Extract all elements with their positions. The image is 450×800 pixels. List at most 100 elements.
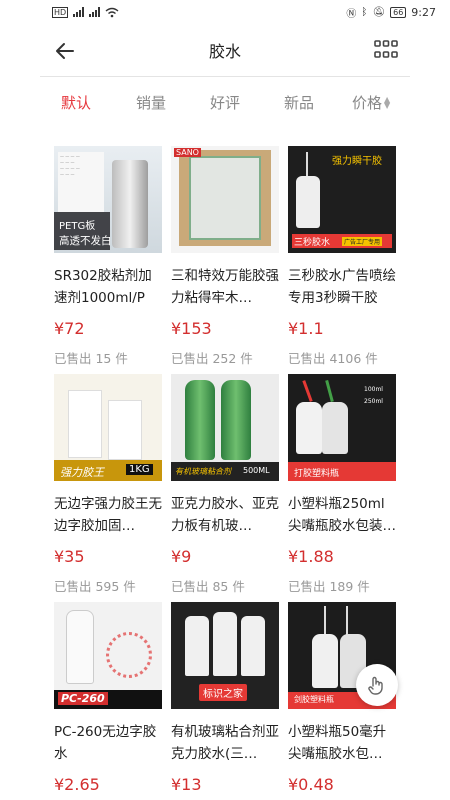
product-image: — — — — — — — — — — — — — — PETG板 高透不发白	[54, 146, 162, 253]
product-price: ¥153	[171, 319, 212, 338]
product-sold: 已售出 189 件	[288, 579, 370, 594]
product-price: ¥1.1	[288, 319, 324, 338]
nfc-icon: Ⓝ	[346, 8, 357, 20]
product-image-text: 标识之家	[199, 684, 247, 701]
label-sheet: — — — — — — — — — — — — — —	[58, 152, 104, 212]
bottle-nozzle	[325, 379, 334, 403]
tab-new[interactable]: 新品	[284, 92, 314, 113]
product-sold: 已售出 4106 件	[288, 351, 378, 366]
product-bottle	[68, 390, 102, 458]
product-bottle	[108, 400, 142, 460]
product-name: 小塑料瓶50毫升尖嘴瓶胶水包…	[288, 724, 387, 762]
bottle-nozzle	[306, 152, 308, 178]
product-sold: 已售出 15 件	[54, 351, 128, 366]
bottle-nozzle	[324, 606, 326, 636]
product-card[interactable]: 有机玻璃粘合剂 500ML 亚克力胶水、亚克力板有机玻… ¥9 已售出 85 件	[171, 374, 279, 595]
product-image-text: 剑胶塑料瓶	[294, 695, 334, 704]
product-card[interactable]: 标识之家 有机玻璃粘合剂亚克力胶水(三… ¥13	[171, 602, 279, 794]
product-bottle	[185, 616, 209, 676]
hd-icon: HD	[52, 6, 69, 18]
product-image-text: 广告工厂专用	[342, 237, 383, 246]
product-image-text: 打胶塑料瓶	[294, 469, 340, 479]
product-price: ¥72	[54, 319, 85, 338]
product-bottle	[241, 616, 265, 676]
signal-icon	[89, 7, 101, 17]
bottle-nozzle	[346, 606, 348, 636]
sort-arrows-icon: ▲ ▼	[384, 95, 391, 110]
tab-sales[interactable]: 销量	[136, 92, 166, 113]
product-name: 无边字强力胶王无边字胶加固…	[54, 496, 162, 534]
product-name: 亚克力胶水、亚克力板有机玻…	[171, 496, 279, 534]
product-card[interactable]: SANO 三和特效万能胶强力粘得牢木… ¥153 已售出 252 件	[171, 146, 279, 367]
status-bar: HD Ⓝ ᛒ 🔕︎ 66 9:27	[0, 0, 450, 24]
clock: 9:27	[411, 5, 436, 19]
product-name: 三秒胶水广告喷绘专用3秒瞬干胶	[288, 268, 396, 306]
product-decoration	[106, 632, 152, 678]
product-name: 小塑料瓶250ml尖嘴瓶胶水包装…	[288, 496, 396, 534]
product-can	[189, 156, 261, 240]
product-image-text: 500ML	[243, 466, 270, 475]
product-price: ¥0.48	[288, 775, 334, 794]
battery-icon: 66	[390, 6, 407, 18]
floating-assist-button[interactable]	[356, 664, 398, 706]
product-name: PC-260无边字胶水	[54, 724, 157, 762]
product-card[interactable]: PC-260 PC-260无边字胶水 ¥2.65	[54, 602, 162, 794]
product-bottle	[185, 380, 215, 460]
product-image: PC-260	[54, 602, 162, 709]
tab-rating[interactable]: 好评	[210, 92, 240, 113]
product-image: 强力瞬干胶 三秒胶水 广告工厂专用	[288, 146, 396, 253]
product-price: ¥2.65	[54, 775, 100, 794]
product-sold: 已售出 85 件	[171, 579, 245, 594]
product-bottle	[66, 610, 94, 684]
product-image-text: PC-260	[58, 692, 108, 705]
product-bottle	[312, 634, 338, 688]
grid-view-icon[interactable]	[374, 40, 398, 62]
bluetooth-icon: ᛒ	[361, 6, 368, 18]
product-name: SR302胶粘剂加速剂1000ml/PC…	[54, 268, 152, 306]
product-image-text: 三秒胶水	[294, 238, 331, 248]
product-image: 标识之家	[171, 602, 279, 709]
product-card[interactable]: 强力胶王 1KG 无边字强力胶王无边字胶加固… ¥35 已售出 595 件	[54, 374, 162, 595]
tab-price[interactable]: 价格 ▲ ▼	[352, 92, 390, 113]
wifi-icon	[105, 7, 119, 17]
sort-tabs: 默认 销量 好评 新品 价格 ▲ ▼	[40, 76, 410, 128]
product-image-text: 高透不发白	[59, 235, 112, 247]
product-bottle	[296, 176, 320, 228]
tab-price-label: 价格	[352, 93, 383, 112]
product-image: 有机玻璃粘合剂 500ML	[171, 374, 279, 481]
product-price: ¥9	[171, 547, 192, 566]
product-image: 强力胶王 1KG	[54, 374, 162, 481]
tab-default[interactable]: 默认	[61, 92, 91, 113]
product-sold: 已售出 252 件	[171, 351, 253, 366]
product-image-text: SANO	[174, 148, 201, 157]
signal-icon	[73, 7, 85, 17]
arrow-left-icon[interactable]	[54, 40, 76, 62]
product-card[interactable]: 强力瞬干胶 三秒胶水 广告工厂专用 三秒胶水广告喷绘专用3秒瞬干胶 ¥1.1 已…	[288, 146, 396, 367]
top-bar: 胶水	[0, 24, 450, 76]
page-title: 胶水	[208, 42, 241, 61]
product-image-text: 强力胶王	[60, 466, 104, 479]
product-card[interactable]: — — — — — — — — — — — — — — PETG板 高透不发白 SR3…	[54, 146, 162, 367]
product-image-text: 有机玻璃粘合剂	[175, 467, 231, 476]
product-bottle	[221, 380, 251, 460]
product-card[interactable]: 100ml 250ml 打胶塑料瓶 小塑料瓶250ml尖嘴瓶胶水包装… ¥1.8…	[288, 374, 396, 595]
product-name: 有机玻璃粘合剂亚克力胶水(三…	[171, 724, 279, 762]
product-bottle	[322, 402, 348, 454]
product-sold: 已售出 595 件	[54, 579, 136, 594]
product-bottle	[296, 402, 322, 454]
product-price: ¥35	[54, 547, 85, 566]
product-name: 三和特效万能胶强力粘得牢木…	[171, 268, 279, 306]
product-image-text: 250ml	[364, 398, 383, 405]
product-can	[112, 160, 148, 248]
product-image-text: 强力瞬干胶	[332, 156, 382, 167]
product-price: ¥1.88	[288, 547, 334, 566]
product-image: SANO	[171, 146, 279, 253]
product-price: ¥13	[171, 775, 202, 794]
mute-icon: 🔕︎	[372, 6, 386, 18]
product-image-text: 100ml	[364, 386, 383, 393]
product-bottle	[213, 612, 237, 676]
hand-gesture-icon	[368, 676, 383, 695]
product-image: 100ml 250ml 打胶塑料瓶	[288, 374, 396, 481]
product-image-text: PETG板	[59, 221, 96, 232]
bottle-nozzle	[302, 380, 313, 402]
